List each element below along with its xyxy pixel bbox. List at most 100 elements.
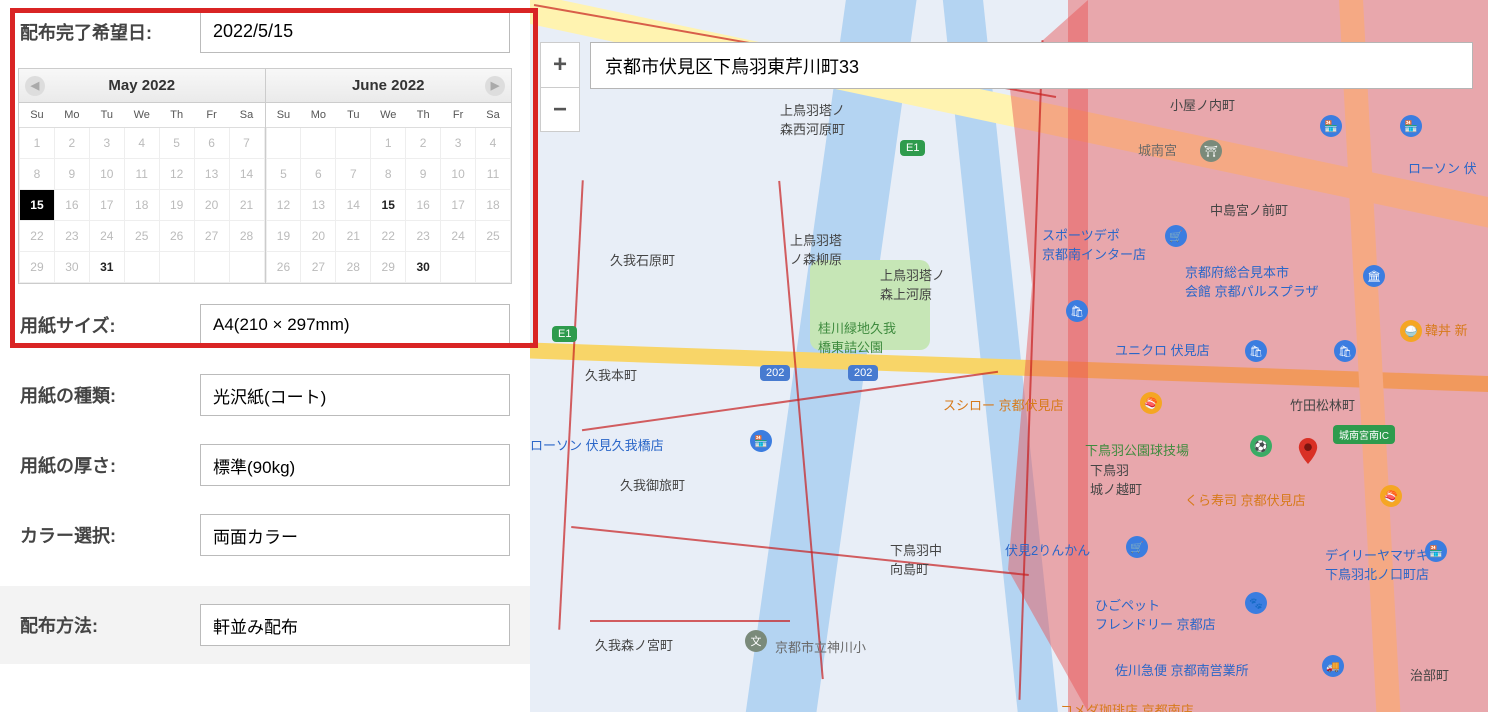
zoom-out-button[interactable]: − bbox=[541, 87, 579, 131]
calendar-day[interactable]: 13 bbox=[301, 190, 336, 221]
calendar-day[interactable]: 10 bbox=[441, 159, 476, 190]
calendar-day[interactable]: 5 bbox=[266, 159, 301, 190]
date-label: 配布完了希望日: bbox=[20, 19, 200, 45]
calendar-day[interactable]: 9 bbox=[54, 159, 89, 190]
calendar-day[interactable]: 14 bbox=[336, 190, 371, 221]
calendar-day[interactable]: 14 bbox=[229, 159, 264, 190]
method-select[interactable] bbox=[200, 604, 510, 646]
calendar-day[interactable]: 15 bbox=[20, 190, 55, 221]
map-search-input[interactable] bbox=[590, 42, 1473, 89]
map-label: 桂川緑地久我 橋東詰公園 bbox=[818, 318, 896, 356]
calendar-day[interactable]: 12 bbox=[159, 159, 194, 190]
calendar-day[interactable]: 22 bbox=[371, 221, 406, 252]
calendar-day[interactable]: 1 bbox=[371, 128, 406, 159]
park-icon: ⚽ bbox=[1250, 435, 1272, 457]
calendar-day[interactable]: 13 bbox=[194, 159, 229, 190]
map-poi-label: 下鳥羽公園球技場 bbox=[1085, 440, 1189, 459]
store-icon: 🐾 bbox=[1245, 592, 1267, 614]
calendar-day[interactable]: 20 bbox=[194, 190, 229, 221]
calendar-day[interactable]: 23 bbox=[406, 221, 441, 252]
store-icon: 🛒 bbox=[1165, 225, 1187, 247]
calendar-day[interactable]: 15 bbox=[371, 190, 406, 221]
paper-weight-label: 用紙の厚さ: bbox=[20, 452, 200, 478]
calendar-day[interactable]: 22 bbox=[20, 221, 55, 252]
paper-size-label: 用紙サイズ: bbox=[20, 312, 200, 338]
map-label: 下鳥羽 城ノ越町 bbox=[1090, 460, 1142, 498]
calendar-day[interactable]: 21 bbox=[336, 221, 371, 252]
calendar-day[interactable]: 17 bbox=[441, 190, 476, 221]
paper-size-select[interactable] bbox=[200, 304, 510, 346]
map-label: 久我本町 bbox=[585, 365, 637, 384]
calendar-day[interactable]: 26 bbox=[159, 221, 194, 252]
calendar-day[interactable]: 3 bbox=[441, 128, 476, 159]
calendar-day[interactable]: 10 bbox=[89, 159, 124, 190]
calendar-day[interactable]: 7 bbox=[336, 159, 371, 190]
map-label: 小屋ノ内町 bbox=[1170, 95, 1235, 114]
map-label: 久我森ノ宮町 bbox=[595, 635, 673, 654]
map-panel: 上鳥羽塔ノ 森西河原町 上鳥羽塔 ノ森柳原 上鳥羽塔ノ 森上河原 桂川緑地久我 … bbox=[530, 0, 1488, 712]
calendar-day[interactable]: 20 bbox=[301, 221, 336, 252]
calendar-month-title: June 2022 bbox=[352, 77, 425, 94]
color-select[interactable] bbox=[200, 514, 510, 556]
zoom-in-button[interactable]: + bbox=[541, 43, 579, 87]
calendar-day[interactable]: 7 bbox=[229, 128, 264, 159]
calendar-day[interactable]: 8 bbox=[20, 159, 55, 190]
calendar-day[interactable]: 24 bbox=[89, 221, 124, 252]
calendar-day[interactable]: 5 bbox=[159, 128, 194, 159]
map-poi-label: 佐川急便 京都南営業所 bbox=[1115, 660, 1249, 679]
calendar: ◀ May 2022 June 2022 ▶ SuMoTuWeThFrSa123… bbox=[18, 68, 512, 284]
calendar-day[interactable]: 16 bbox=[406, 190, 441, 221]
calendar-day[interactable]: 23 bbox=[54, 221, 89, 252]
calendar-dow: Th bbox=[159, 103, 194, 128]
calendar-day[interactable]: 30 bbox=[54, 252, 89, 283]
calendar-day[interactable]: 4 bbox=[476, 128, 511, 159]
calendar-day[interactable]: 30 bbox=[406, 252, 441, 283]
calendar-day[interactable]: 16 bbox=[54, 190, 89, 221]
calendar-day[interactable]: 19 bbox=[159, 190, 194, 221]
calendar-day[interactable]: 9 bbox=[406, 159, 441, 190]
calendar-day[interactable]: 19 bbox=[266, 221, 301, 252]
calendar-day[interactable]: 18 bbox=[476, 190, 511, 221]
calendar-day[interactable]: 28 bbox=[336, 252, 371, 283]
calendar-day[interactable]: 18 bbox=[124, 190, 159, 221]
calendar-day[interactable]: 25 bbox=[124, 221, 159, 252]
calendar-day[interactable]: 12 bbox=[266, 190, 301, 221]
calendar-day[interactable]: 11 bbox=[476, 159, 511, 190]
restaurant-icon: 🍣 bbox=[1140, 392, 1162, 414]
calendar-prev-icon[interactable]: ◀ bbox=[25, 76, 45, 96]
map[interactable]: 上鳥羽塔ノ 森西河原町 上鳥羽塔 ノ森柳原 上鳥羽塔ノ 森上河原 桂川緑地久我 … bbox=[530, 0, 1488, 712]
calendar-day[interactable]: 27 bbox=[301, 252, 336, 283]
calendar-dow: Mo bbox=[54, 103, 89, 128]
calendar-day[interactable]: 2 bbox=[406, 128, 441, 159]
calendar-day[interactable]: 26 bbox=[266, 252, 301, 283]
calendar-next-icon[interactable]: ▶ bbox=[485, 76, 505, 96]
paper-weight-select[interactable] bbox=[200, 444, 510, 486]
color-label: カラー選択: bbox=[20, 522, 200, 548]
calendar-month-june: June 2022 ▶ bbox=[265, 69, 512, 102]
calendar-day[interactable]: 3 bbox=[89, 128, 124, 159]
map-pin-icon bbox=[1295, 438, 1321, 464]
calendar-month-title: May 2022 bbox=[108, 77, 175, 94]
calendar-day[interactable]: 31 bbox=[89, 252, 124, 283]
calendar-day[interactable]: 21 bbox=[229, 190, 264, 221]
zoom-control: + − bbox=[540, 42, 580, 132]
date-input[interactable] bbox=[200, 10, 510, 53]
calendar-day[interactable]: 29 bbox=[371, 252, 406, 283]
paper-type-select[interactable] bbox=[200, 374, 510, 416]
calendar-day[interactable]: 28 bbox=[229, 221, 264, 252]
map-poi-label: 京都府総合見本市 会館 京都パルスプラザ bbox=[1185, 262, 1319, 300]
calendar-day[interactable]: 1 bbox=[20, 128, 55, 159]
calendar-day[interactable]: 2 bbox=[54, 128, 89, 159]
calendar-day[interactable]: 17 bbox=[89, 190, 124, 221]
calendar-day[interactable]: 11 bbox=[124, 159, 159, 190]
calendar-day[interactable]: 25 bbox=[476, 221, 511, 252]
calendar-day[interactable]: 6 bbox=[301, 159, 336, 190]
calendar-day[interactable]: 24 bbox=[441, 221, 476, 252]
calendar-day[interactable]: 4 bbox=[124, 128, 159, 159]
calendar-day[interactable]: 8 bbox=[371, 159, 406, 190]
calendar-day[interactable]: 6 bbox=[194, 128, 229, 159]
map-label: 下鳥羽中 向島町 bbox=[890, 540, 942, 578]
calendar-day[interactable]: 29 bbox=[20, 252, 55, 283]
form-panel: 配布完了希望日: ◀ May 2022 June 2022 ▶ SuMoTuWe… bbox=[0, 0, 530, 712]
calendar-day[interactable]: 27 bbox=[194, 221, 229, 252]
